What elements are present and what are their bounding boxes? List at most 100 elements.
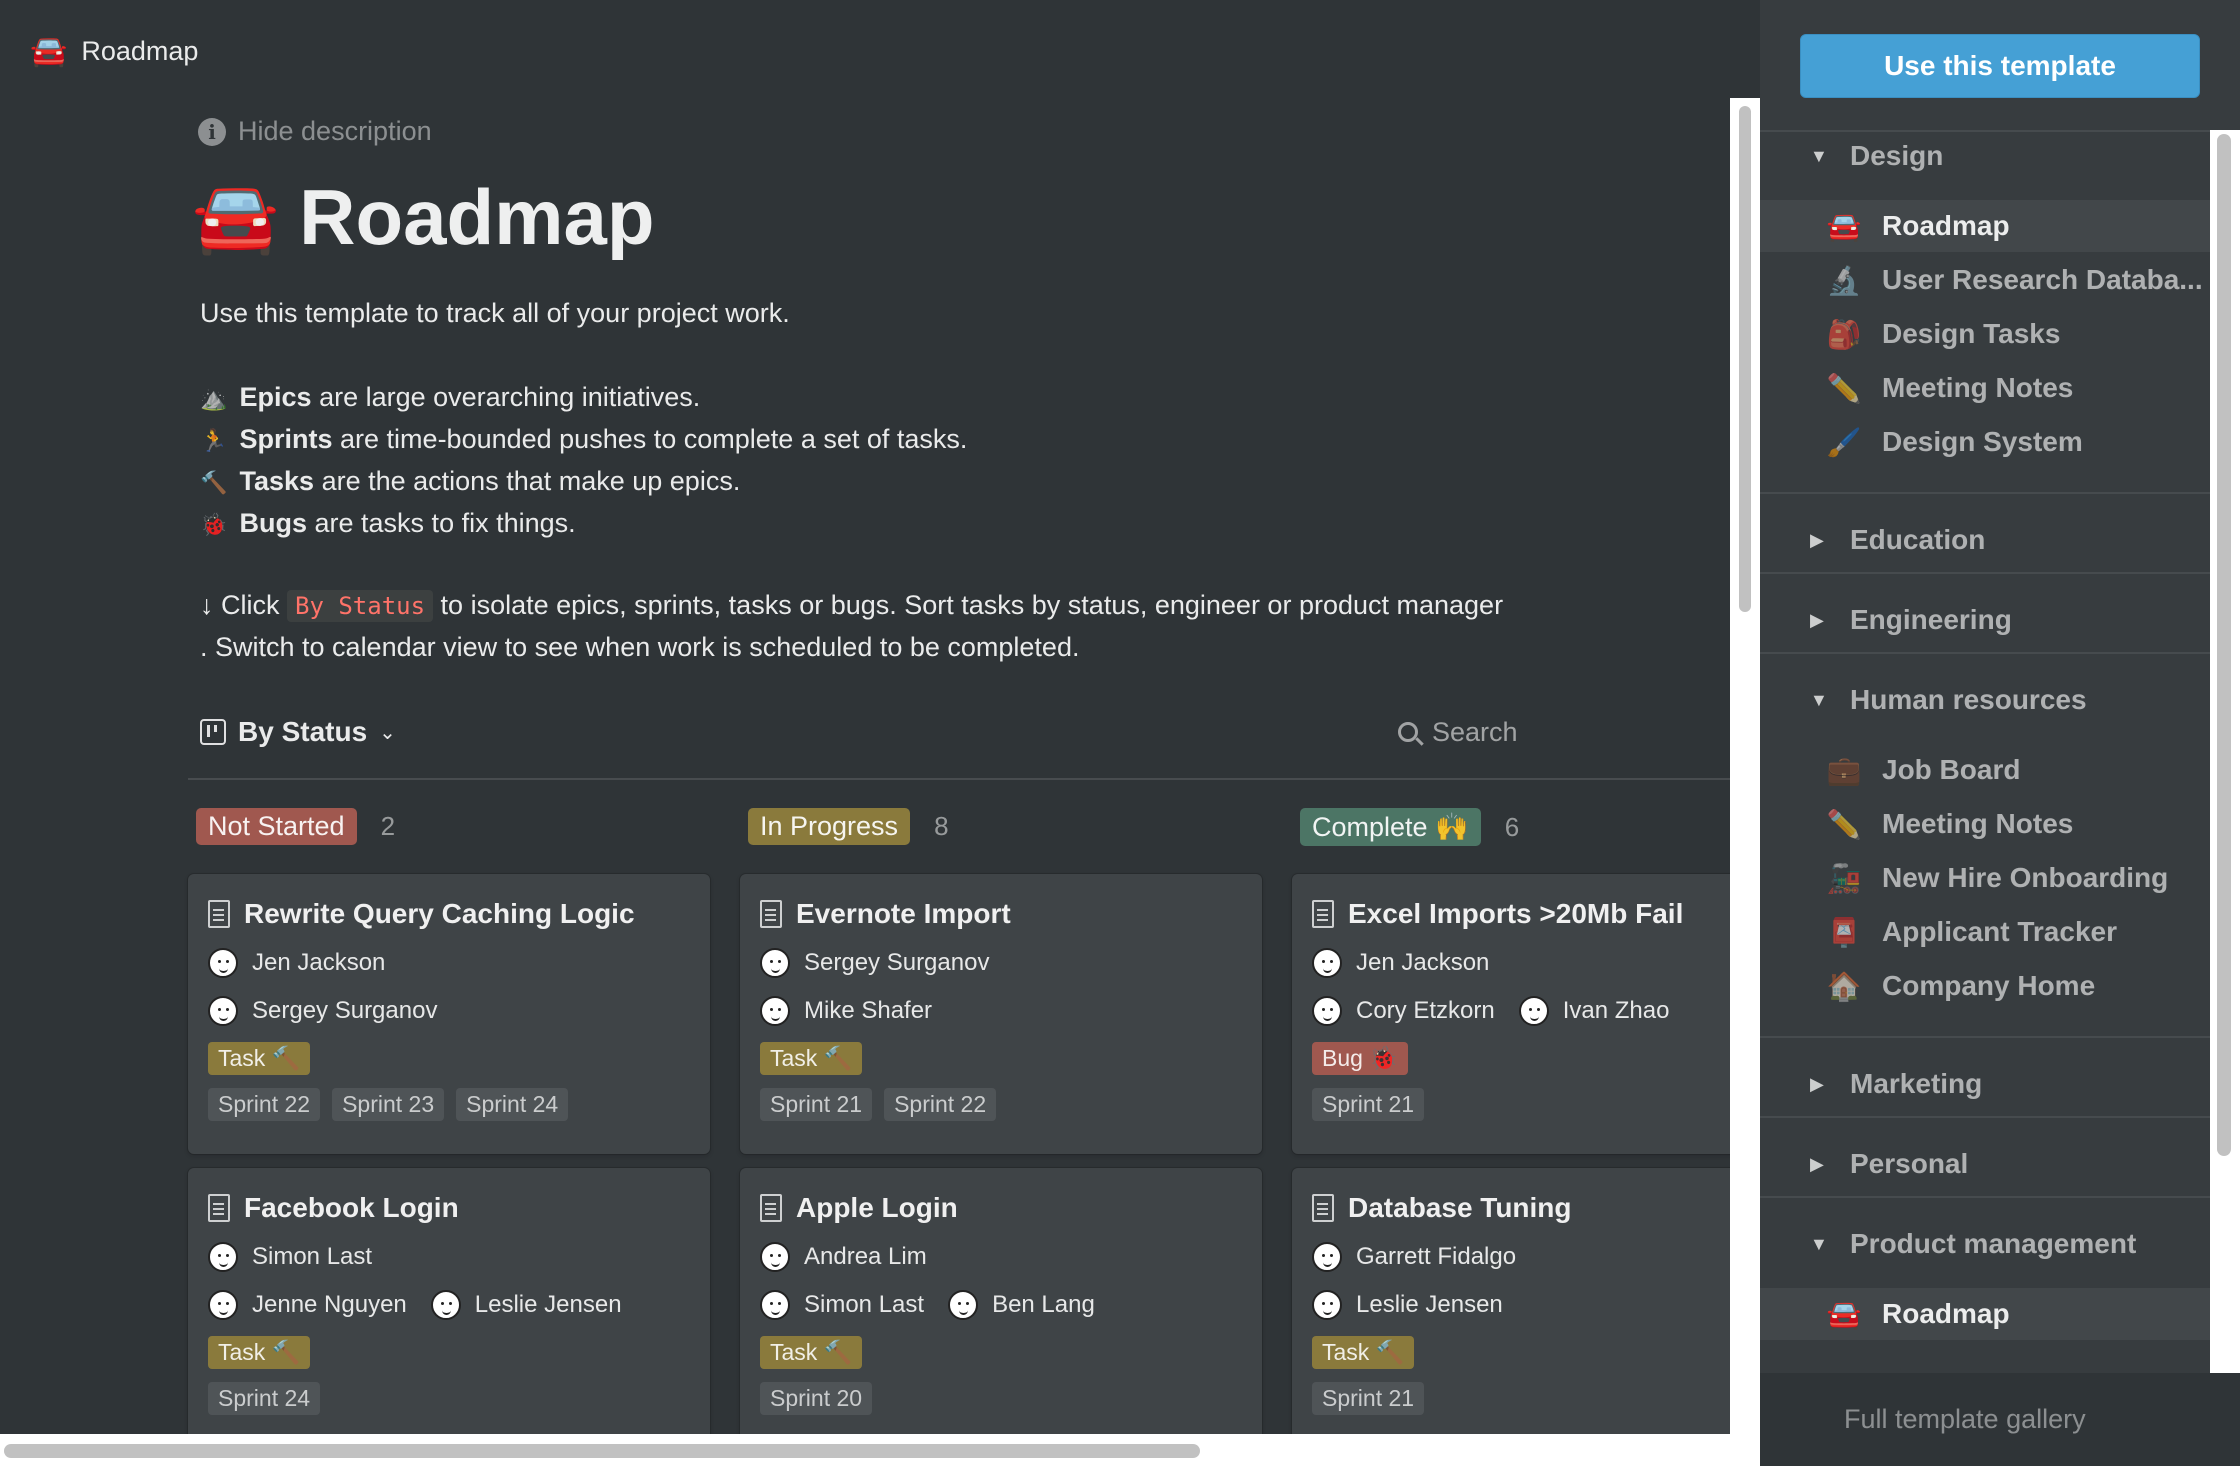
inline-code: By Status (287, 590, 434, 622)
view-label: By Status (238, 716, 368, 747)
board-card[interactable]: Evernote Import Sergey Surganov Mike Shafe… (740, 874, 1262, 1154)
avatar (208, 996, 238, 1026)
triangle-down-icon: ▼ (1810, 1233, 1828, 1254)
template-icon: 💼 (1826, 754, 1862, 786)
avatar (948, 1290, 979, 1320)
sprint-tag: Sprint 23 (332, 1087, 445, 1121)
divider (1760, 572, 2210, 574)
avatar (1312, 1290, 1342, 1320)
view-selector[interactable]: By Status ⌄ (200, 716, 396, 748)
avatar (208, 948, 238, 978)
section-label: Marketing (1850, 1068, 1983, 1099)
assignee-name: Mike Shafer (804, 997, 933, 1024)
sidebar-scrollbar[interactable] (2210, 130, 2240, 1373)
divider (1760, 492, 2210, 494)
bullet-epics: ⛰️ Epics are large overarching initiativ… (200, 382, 700, 413)
card-title-text: Apple Login (796, 1192, 958, 1223)
board-card[interactable]: Rewrite Query Caching Logic Jen Jackson Se… (188, 874, 710, 1154)
triangle-down-icon: ▼ (1810, 145, 1828, 166)
sidebar-section-personal[interactable]: ▶ Personal (1810, 1148, 1968, 1180)
breadcrumb-title[interactable]: Roadmap (81, 36, 198, 67)
sidebar-item-roadmap[interactable]: 🚘 Roadmap (1760, 1288, 2210, 1340)
sidebar-section-engineering[interactable]: ▶ Engineering (1810, 604, 2012, 636)
scrollbar-thumb[interactable] (1739, 106, 1751, 612)
breadcrumb[interactable]: 🚘 Roadmap (30, 26, 198, 76)
search-label: Search (1432, 716, 1518, 747)
sidebar-item-design-system[interactable]: 🖌️ Design System (1760, 416, 2210, 468)
sidebar-item-user-research-databa-[interactable]: 🔬 User Research Databa... (1760, 254, 2210, 306)
sidebar-section-design[interactable]: ▼ Design (1810, 140, 1943, 172)
card-title[interactable]: Database Tuning (1312, 1188, 1760, 1228)
sidebar-item-company-home[interactable]: 🏠 Company Home (1760, 960, 2210, 1012)
sidebar-item-meeting-notes[interactable]: ✏️ Meeting Notes (1760, 362, 2210, 414)
use-template-button[interactable]: Use this template (1800, 34, 2200, 98)
card-title[interactable]: Rewrite Query Caching Logic (208, 894, 690, 934)
triangle-right-icon: ▶ (1810, 1153, 1824, 1174)
section-label: Education (1850, 524, 1986, 555)
sidebar-item-new-hire-onboarding[interactable]: 🚂 New Hire Onboarding (1760, 852, 2210, 904)
assignee: Cory Etzkorn (1312, 996, 1495, 1026)
assignee-name: Leslie Jensen (1356, 1291, 1503, 1318)
assignee-name: Jen Jackson (252, 949, 386, 976)
assignee-name: Simon Last (804, 1291, 925, 1318)
sidebar-item-job-board[interactable]: 💼 Job Board (1760, 744, 2210, 796)
assignee: Mike Shafer (760, 996, 932, 1026)
type-row: Task 🔨 (208, 1040, 690, 1076)
board-card[interactable]: Facebook Login Simon Last Jenne Nguyen Lesl… (188, 1168, 710, 1448)
type-row: Bug 🐞 (1312, 1040, 1760, 1076)
sidebar-item-label: Meeting Notes (1882, 808, 2074, 839)
assignee: Jen Jackson (1312, 948, 1489, 978)
search-button[interactable]: Search (1398, 717, 1518, 748)
status-badge[interactable]: Complete 🙌 (1300, 808, 1481, 846)
sidebar-item-meeting-notes[interactable]: ✏️ Meeting Notes (1760, 798, 2210, 850)
assignee: Andrea Lim (760, 1242, 927, 1272)
type-row: Task 🔨 (760, 1334, 1242, 1370)
full-template-gallery-link[interactable]: Full template gallery (1760, 1373, 2240, 1466)
assignee-row: Mike Shafer (760, 992, 1242, 1030)
assignee-name: Jen Jackson (1356, 949, 1490, 976)
bullet-term: Bugs (239, 508, 308, 538)
board-view-icon (200, 719, 226, 745)
info-icon: i (198, 117, 226, 146)
hide-description-button[interactable]: i Hide description (198, 116, 432, 147)
mountain-icon: ⛰️ (200, 386, 228, 411)
divider (1760, 1036, 2210, 1038)
page-title: 🚘 Roadmap (192, 172, 655, 263)
card-title[interactable]: Excel Imports >20Mb Fail (1312, 894, 1760, 934)
scrollbar-thumb[interactable] (4, 1444, 1200, 1458)
sidebar-section-product-management[interactable]: ▼ Product management (1810, 1228, 2136, 1260)
assignee: Ben Lang (948, 1290, 1095, 1320)
type-tag: Bug 🐞 (1312, 1041, 1408, 1075)
assignee-name: Garrett Fidalgo (1356, 1243, 1517, 1270)
bullet-text: are time-bounded pushes to complete a se… (332, 424, 968, 454)
assignee-row: Jen Jackson (208, 944, 690, 982)
board-card[interactable]: Database Tuning Garrett Fidalgo Leslie Jen… (1292, 1168, 1760, 1448)
column-count: 2 (380, 811, 396, 841)
description-hint-line2: . Switch to calendar view to see when wo… (200, 632, 1080, 662)
assignee-name: Ben Lang (992, 1291, 1095, 1318)
sidebar-item-applicant-tracker[interactable]: 📮 Applicant Tracker (1760, 906, 2210, 958)
sidebar-item-label: Applicant Tracker (1882, 916, 2117, 947)
type-row: Task 🔨 (208, 1334, 690, 1370)
sidebar-item-label: Design Tasks (1882, 318, 2061, 349)
sidebar-item-roadmap[interactable]: 🚘 Roadmap (1760, 200, 2210, 252)
status-badge[interactable]: Not Started (196, 808, 357, 845)
card-title[interactable]: Apple Login (760, 1188, 1242, 1228)
avatar (760, 996, 790, 1026)
horizontal-scrollbar[interactable] (0, 1434, 1760, 1466)
board-card[interactable]: Excel Imports >20Mb Fail Jen Jackson Cory … (1292, 874, 1760, 1154)
hint-text: ↓ Click (200, 590, 287, 620)
sidebar-item-label: User Research Databa... (1882, 264, 2203, 295)
vertical-scrollbar[interactable] (1730, 98, 1760, 1438)
card-title[interactable]: Evernote Import (760, 894, 1242, 934)
sidebar-section-education[interactable]: ▶ Education (1810, 524, 1985, 556)
sidebar-section-marketing[interactable]: ▶ Marketing (1810, 1068, 1982, 1100)
status-badge[interactable]: In Progress (748, 808, 911, 845)
bullet-text: are large overarching initiatives. (311, 382, 701, 412)
board-card[interactable]: Apple Login Andrea Lim Simon Last Ben Lang T… (740, 1168, 1262, 1448)
sidebar-section-human-resources[interactable]: ▼ Human resources (1810, 684, 2087, 716)
sidebar-item-design-tasks[interactable]: 🎒 Design Tasks (1760, 308, 2210, 360)
divider (1760, 130, 2210, 132)
scrollbar-thumb[interactable] (2217, 134, 2231, 1156)
card-title[interactable]: Facebook Login (208, 1188, 690, 1228)
